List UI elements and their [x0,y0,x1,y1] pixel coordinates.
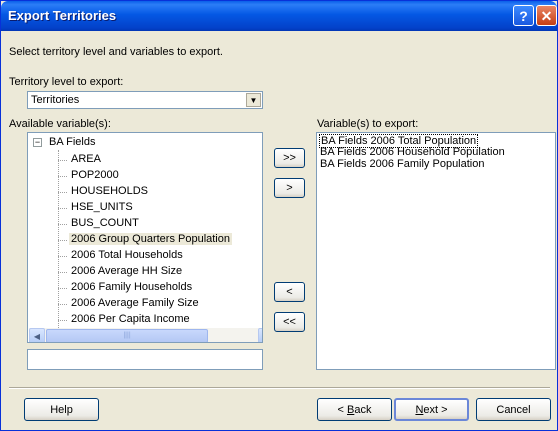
variable-description-field[interactable] [27,349,263,370]
tree-connector [58,192,67,193]
available-variables-tree[interactable]: − BA Fields AREA POP2000 HOUSEHOLDS HSE_UNI… [27,132,263,343]
cancel-button[interactable]: Cancel [476,398,551,421]
tree-connector [58,224,67,225]
help-icon[interactable]: ? [513,5,534,26]
tree-item-label: BUS_COUNT [71,217,139,229]
add-all-button[interactable]: >> [274,148,305,168]
window-title: Export Territories [8,8,117,23]
tree-connector [58,240,67,241]
back-button[interactable]: < Back [317,398,392,421]
tree-connector [58,288,67,289]
tree-item-label: HOUSEHOLDS [71,185,149,197]
tree-item-label: 2006 Family Households [71,281,193,293]
add-button[interactable]: > [274,178,305,198]
chevron-down-icon[interactable]: ▼ [246,93,261,107]
tree-item-label: POP2000 [71,169,119,181]
tree-connector [58,160,67,161]
collapse-icon[interactable]: − [33,138,42,147]
next-button[interactable]: Next > [394,398,469,421]
tree-item-label: 2006 Group Quarters Population [69,233,232,245]
available-variables-label: Available variable(s): [9,118,111,130]
back-button-label: < Back [337,403,372,416]
tree-connector [58,208,67,209]
tree-item-label: 2006 Average HH Size [71,265,183,277]
horizontal-scroll-thumb[interactable]: |||| [46,329,208,342]
territory-level-select[interactable]: Territories ▼ [27,91,263,109]
territory-level-value: Territories [31,94,80,106]
tree-root-label: BA Fields [49,136,96,148]
title-bar[interactable]: Export Territories ? ✕ [1,1,557,31]
tree-connector [58,272,67,273]
tree-connector [58,320,67,321]
tree-item-label: 2006 Total Households [71,249,183,261]
remove-all-button[interactable]: << [274,312,305,332]
tree-item-label: HSE_UNITS [71,201,133,213]
tree-connector [58,176,67,177]
footer-separator [9,387,550,389]
export-list-item[interactable]: BA Fields 2006 Family Population [320,158,484,170]
export-list-item[interactable]: BA Fields 2006 Household Population [320,146,505,158]
next-button-label: Next > [415,403,448,416]
export-territories-dialog: Export Territories ? ✕ Select territory … [0,0,558,431]
tree-item-label: 2006 Per Capita Income [71,313,190,325]
export-variables-label: Variable(s) to export: [317,118,419,130]
help-button[interactable]: Help [24,398,99,421]
help-button-label: Help [50,403,73,416]
tree-item-label: AREA [71,153,101,165]
horizontal-scrollbar[interactable]: ◀ |||| ▶ [29,328,262,342]
export-variables-list[interactable]: BA Fields 2006 Total Population BA Fields… [316,132,556,370]
intro-text: Select territory level and variables to … [9,46,223,58]
tree-connector [58,256,67,257]
territory-level-label: Territory level to export: [9,76,124,88]
remove-button[interactable]: < [274,282,305,302]
tree-item-label: 2006 Average Family Size [71,297,199,309]
tree-connector [58,304,67,305]
scroll-right-icon[interactable]: ▶ [258,328,262,342]
scroll-left-icon[interactable]: ◀ [29,328,45,342]
close-icon[interactable]: ✕ [536,5,557,26]
cancel-button-label: Cancel [496,403,531,416]
